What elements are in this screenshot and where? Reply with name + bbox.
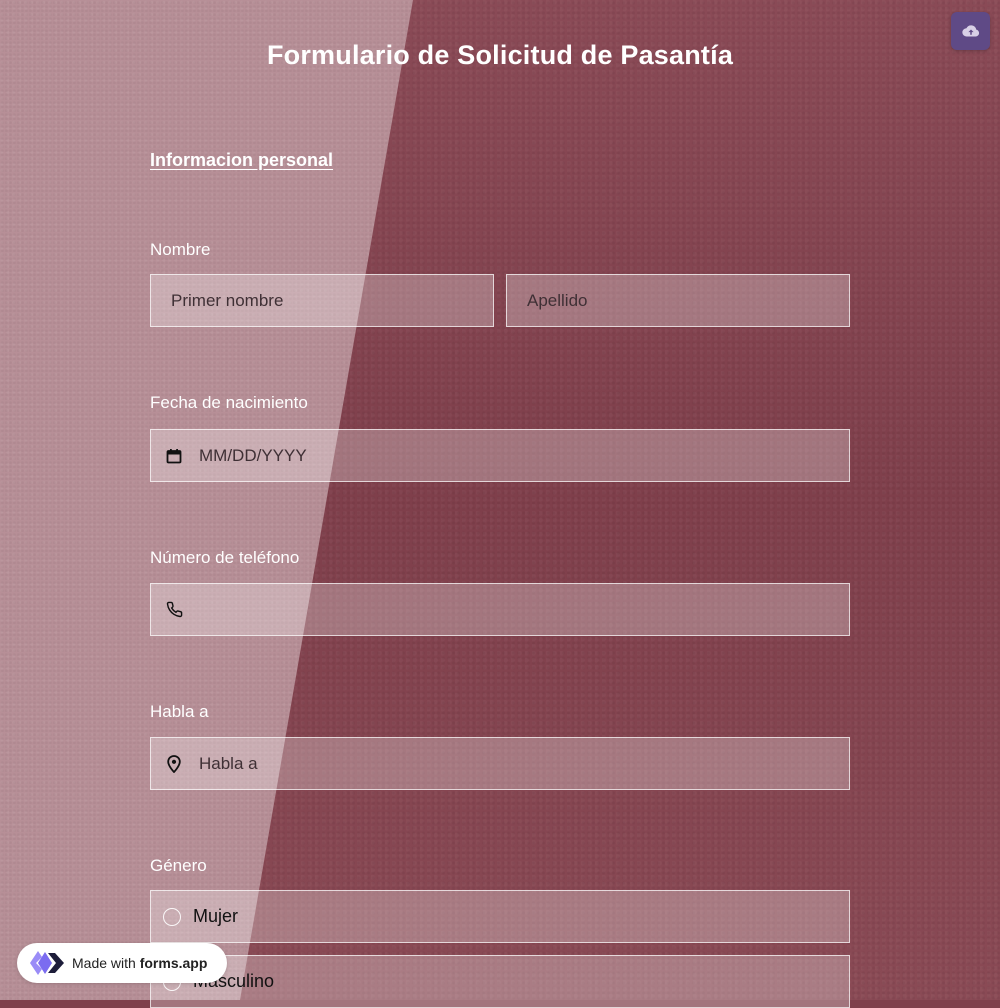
badge-text: Made with forms.app xyxy=(72,955,207,971)
birthdate-input[interactable]: MM/DD/YYYY xyxy=(150,429,850,482)
first-name-input[interactable]: Primer nombre xyxy=(150,274,494,327)
phone-input[interactable] xyxy=(150,583,850,636)
birthdate-placeholder: MM/DD/YYYY xyxy=(199,445,307,465)
name-label: Nombre xyxy=(150,240,211,259)
gender-option-label: Mujer xyxy=(193,906,239,926)
calendar-icon xyxy=(165,447,183,465)
location-pin-icon xyxy=(165,754,183,773)
address-label: Habla a xyxy=(150,702,209,721)
gender-option-masculino[interactable]: Masculino xyxy=(150,955,850,1008)
last-name-input[interactable]: Apellido xyxy=(506,274,850,327)
badge-prefix: Made with xyxy=(72,955,140,971)
first-name-placeholder: Primer nombre xyxy=(171,290,284,310)
radio-button[interactable] xyxy=(163,907,181,926)
birthdate-label: Fecha de nacimiento xyxy=(150,393,308,412)
badge-brand: forms.app xyxy=(139,955,208,971)
gender-option-mujer[interactable]: Mujer xyxy=(150,890,850,943)
forms-app-logo-icon xyxy=(30,951,64,975)
address-input[interactable]: Habla a xyxy=(150,737,850,790)
phone-label: Número de teléfono xyxy=(150,548,300,567)
cloud-upload-icon xyxy=(961,25,979,37)
section-personal-info-link[interactable]: Informacion personal xyxy=(150,150,333,171)
made-with-forms-app-badge[interactable]: Made with forms.app xyxy=(17,943,227,983)
gender-label: Género xyxy=(150,856,207,875)
phone-icon xyxy=(165,601,183,619)
form-title: Formulario de Solicitud de Pasantía xyxy=(266,40,734,70)
last-name-placeholder: Apellido xyxy=(527,290,588,310)
address-placeholder: Habla a xyxy=(199,753,258,773)
